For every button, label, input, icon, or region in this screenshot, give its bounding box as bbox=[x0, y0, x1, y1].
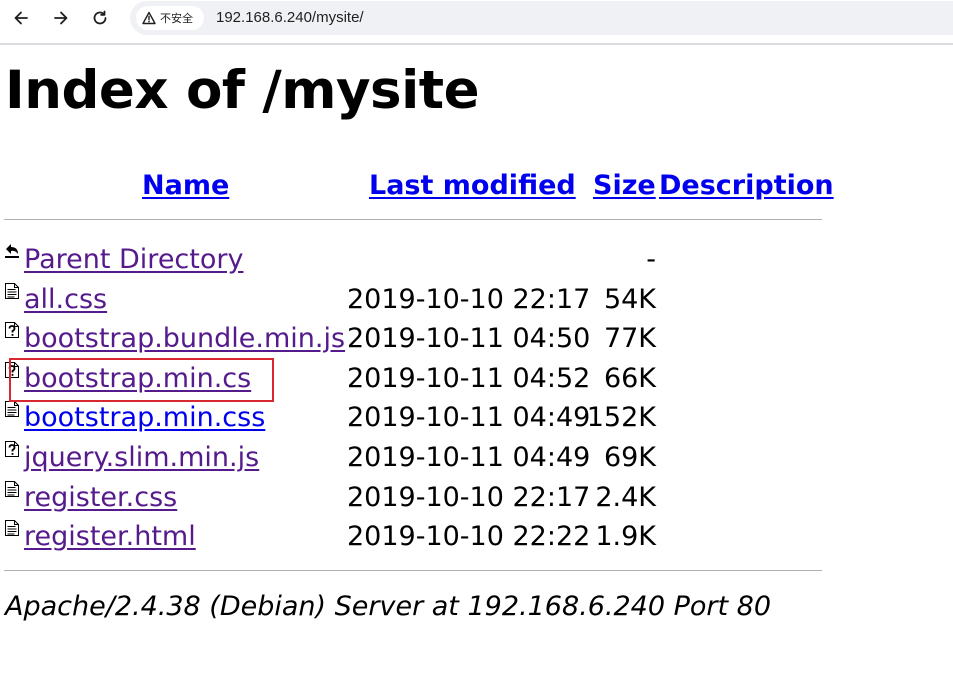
reload-button[interactable] bbox=[85, 4, 115, 32]
arrow-left-icon bbox=[14, 11, 28, 25]
file-link[interactable]: jquery.slim.min.js bbox=[24, 440, 259, 476]
last-modified-cell: 2019-10-11 04:52 bbox=[347, 362, 591, 394]
server-signature: Apache/2.4.38 (Debian) Server at 192.168… bbox=[5, 591, 772, 622]
text-file-icon bbox=[4, 282, 20, 300]
sort-by-name-link[interactable]: Name bbox=[142, 168, 229, 204]
sort-by-last-modified-link[interactable]: Last modified bbox=[369, 168, 576, 204]
unknown-file-icon bbox=[4, 321, 20, 339]
last-modified-cell: 2019-10-10 22:17 bbox=[347, 283, 591, 315]
forward-button[interactable] bbox=[46, 4, 76, 32]
last-modified-cell: 2019-10-11 04:50 bbox=[347, 323, 591, 355]
last-modified-cell: 2019-10-11 04:49 bbox=[347, 402, 591, 434]
sort-by-description-link[interactable]: Description bbox=[659, 168, 834, 204]
file-link[interactable]: bootstrap.bundle.min.js bbox=[24, 321, 345, 357]
url-text[interactable]: 192.168.6.240/mysite/ bbox=[216, 9, 364, 26]
page-title: Index of /mysite bbox=[5, 60, 480, 121]
size-cell: 2.4K bbox=[595, 481, 656, 513]
last-modified-cell: 2019-10-10 22:22 bbox=[347, 521, 591, 553]
text-file-icon bbox=[4, 480, 20, 498]
unknown-file-icon bbox=[4, 440, 20, 458]
last-modified-cell: 2019-10-10 22:17 bbox=[347, 481, 591, 513]
back-icon bbox=[4, 242, 20, 260]
file-link[interactable]: register.css bbox=[24, 480, 177, 516]
security-label: 不安全 bbox=[160, 12, 193, 25]
table-row: all.css 2019-10-10 22:17 54K bbox=[0, 282, 830, 322]
table-row: jquery.slim.min.js 2019-10-11 04:49 69K bbox=[0, 440, 830, 480]
address-bar[interactable]: 不安全 192.168.6.240/mysite/ bbox=[130, 1, 953, 35]
browser-toolbar: 不安全 192.168.6.240/mysite/ bbox=[0, 0, 953, 38]
size-cell: 77K bbox=[603, 323, 656, 355]
arrow-right-icon bbox=[54, 11, 68, 25]
size-cell: 1.9K bbox=[595, 521, 656, 553]
sort-by-size-link[interactable]: Size bbox=[593, 168, 656, 204]
table-row: register.css 2019-10-10 22:17 2.4K bbox=[0, 480, 830, 520]
table-row: bootstrap.min.cs 2019-10-11 04:52 66K bbox=[0, 361, 830, 401]
text-file-icon bbox=[4, 519, 20, 537]
back-button[interactable] bbox=[6, 4, 36, 32]
footer-divider bbox=[4, 570, 822, 571]
parent-directory-link[interactable]: Parent Directory bbox=[24, 242, 243, 278]
size-cell: 152K bbox=[586, 402, 656, 434]
size-cell: - bbox=[646, 244, 656, 275]
file-link[interactable]: bootstrap.min.css bbox=[24, 400, 265, 436]
table-row: register.html 2019-10-10 22:22 1.9K bbox=[0, 519, 830, 559]
reload-icon bbox=[93, 10, 107, 25]
size-cell: 69K bbox=[603, 442, 656, 473]
warning-triangle-icon bbox=[142, 11, 156, 25]
security-indicator[interactable]: 不安全 bbox=[136, 6, 204, 30]
last-modified-cell: 2019-10-11 04:49 bbox=[347, 442, 591, 473]
table-row: bootstrap.min.css 2019-10-11 04:49 152K bbox=[0, 400, 830, 440]
text-file-icon bbox=[4, 400, 20, 418]
size-cell: 54K bbox=[603, 283, 656, 315]
file-link[interactable]: register.html bbox=[24, 519, 196, 555]
file-link[interactable]: all.css bbox=[24, 282, 107, 318]
toolbar-divider bbox=[0, 43, 953, 45]
unknown-file-icon bbox=[4, 361, 20, 379]
file-link[interactable]: bootstrap.min.cs bbox=[24, 361, 251, 397]
parent-directory-row: Parent Directory - bbox=[0, 242, 830, 282]
header-divider bbox=[4, 219, 822, 220]
table-row: bootstrap.bundle.min.js 2019-10-11 04:50 7… bbox=[0, 321, 830, 361]
size-cell: 66K bbox=[603, 362, 656, 394]
